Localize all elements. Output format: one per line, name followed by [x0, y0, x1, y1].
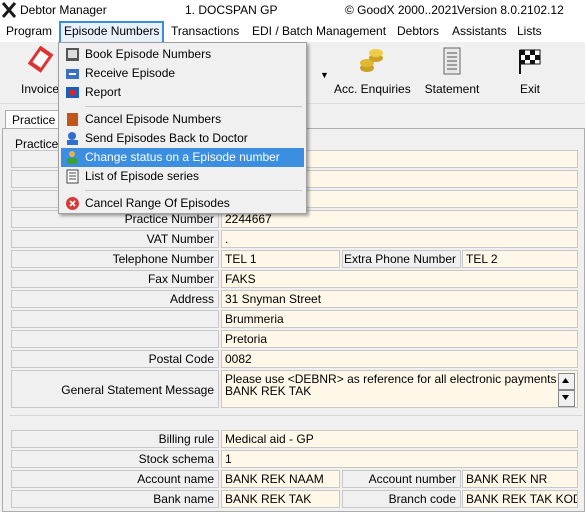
- account-number-field[interactable]: BANK REK NR: [462, 470, 578, 488]
- gsm-field[interactable]: Please use <DEBNR> as reference for all …: [221, 370, 578, 408]
- coins-icon: [357, 46, 385, 76]
- menu-item-send-episodes-back[interactable]: Send Episodes Back to Doctor: [61, 129, 304, 148]
- app-title: Debtor Manager: [20, 3, 107, 17]
- checkered-flag-icon: [516, 46, 544, 76]
- menu-item-report[interactable]: Report: [61, 83, 304, 102]
- address-label-2: [11, 310, 219, 328]
- document-title: 1. DOCSPAN GP: [185, 3, 278, 17]
- bank-name-field[interactable]: BANK REK TAK: [221, 490, 340, 508]
- menu-item-book-episode-numbers[interactable]: Book Episode Numbers: [61, 45, 304, 64]
- title-bar: Debtor Manager 1. DOCSPAN GP © GoodX 200…: [0, 0, 585, 21]
- menu-item-label: Change status on a Episode number: [85, 150, 280, 164]
- fax-label: Fax Number: [11, 270, 219, 288]
- statement-label: Statement: [424, 82, 480, 96]
- cancel-book-icon: [65, 112, 80, 127]
- stock-schema-label: Stock schema: [11, 450, 219, 468]
- postal-code-label: Postal Code: [11, 350, 219, 368]
- menu-item-cancel-range[interactable]: Cancel Range Of Episodes: [61, 194, 304, 213]
- menu-edi-batch-management[interactable]: EDI / Batch Management: [249, 23, 389, 40]
- branch-code-field[interactable]: BANK REK TAK KODE: [462, 490, 578, 508]
- billing-rule-label: Billing rule: [11, 430, 219, 448]
- account-number-label: Account number: [342, 470, 461, 488]
- menu-item-list-episode-series[interactable]: List of Episode series: [61, 167, 304, 186]
- menu-item-label: Receive Episode: [85, 66, 176, 80]
- menu-program[interactable]: Program: [3, 23, 55, 40]
- exit-button[interactable]: Exit: [505, 46, 555, 96]
- menu-lists[interactable]: Lists: [514, 23, 545, 40]
- bank-name-label: Bank name: [11, 490, 219, 508]
- menu-item-change-status[interactable]: Change status on a Episode number: [61, 148, 304, 167]
- vat-number-field[interactable]: .: [221, 230, 578, 248]
- menu-separator: [85, 106, 302, 107]
- statement-icon: [438, 46, 466, 76]
- menu-item-label: Cancel Episode Numbers: [85, 112, 222, 126]
- branch-code-label: Branch code: [342, 490, 461, 508]
- scroll-up-icon[interactable]: [558, 373, 575, 390]
- telephone-label: Telephone Number: [11, 250, 219, 268]
- scroll-down-icon[interactable]: [558, 390, 575, 407]
- menu-item-label: Book Episode Numbers: [85, 47, 212, 61]
- menu-transactions[interactable]: Transactions: [168, 23, 242, 40]
- acc-enquiries-label: Acc. Enquiries: [334, 82, 411, 96]
- user-status-icon: [65, 150, 80, 165]
- menu-assistants[interactable]: Assistants: [449, 23, 510, 40]
- list-icon: [65, 169, 80, 184]
- address-label-3: [11, 330, 219, 348]
- extra-phone-field[interactable]: TEL 2: [462, 250, 578, 268]
- acc-enquiries-button[interactable]: Acc. Enquiries: [334, 46, 411, 96]
- address-label: Address: [11, 290, 219, 308]
- menu-item-label: Cancel Range Of Episodes: [85, 196, 230, 210]
- menu-item-label: Send Episodes Back to Doctor: [85, 131, 248, 145]
- menu-debtors[interactable]: Debtors: [394, 23, 442, 40]
- fax-field[interactable]: FAKS: [221, 270, 578, 288]
- episode-numbers-dropdown: Book Episode Numbers Receive Episode Rep…: [58, 42, 307, 214]
- menu-separator: [85, 190, 302, 191]
- invoice-icon: [26, 45, 54, 76]
- account-name-label: Account name: [11, 470, 219, 488]
- postal-code-field[interactable]: 0082: [221, 350, 578, 368]
- gsm-line-2: BANK REK TAK: [225, 384, 312, 398]
- send-back-icon: [65, 131, 80, 146]
- billing-rule-field[interactable]: Medical aid - GP: [221, 430, 578, 448]
- app-logo-icon: [1, 2, 17, 21]
- exit-label: Exit: [519, 82, 540, 96]
- address-line-1[interactable]: 31 Snyman Street: [221, 290, 578, 308]
- statement-button[interactable]: Statement: [424, 46, 480, 96]
- menu-item-label: List of Episode series: [85, 169, 200, 183]
- address-line-3[interactable]: Pretoria: [221, 330, 578, 348]
- menu-item-label: Report: [85, 85, 122, 99]
- receive-icon: [65, 66, 80, 81]
- extra-phone-label: Extra Phone Number: [342, 250, 461, 268]
- account-name-field[interactable]: BANK REK NAAM: [221, 470, 340, 488]
- menu-item-receive-episode[interactable]: Receive Episode: [61, 64, 304, 83]
- book-icon: [65, 47, 80, 62]
- invoice-label: Invoice: [20, 82, 60, 96]
- toolbar-dropdown-arrow-icon[interactable]: ▼: [320, 70, 329, 80]
- menu-bar: Program Episode Numbers Transactions EDI…: [0, 21, 585, 46]
- cancel-range-icon: [65, 196, 80, 211]
- version: Version 8.0.2102.12: [457, 3, 564, 17]
- address-line-2[interactable]: Brummeria: [221, 310, 578, 328]
- telephone-field[interactable]: TEL 1: [221, 250, 340, 268]
- invoice-button[interactable]: Invoice: [20, 45, 60, 96]
- stock-schema-field[interactable]: 1: [221, 450, 578, 468]
- copyright: © GoodX 2000..2021: [345, 3, 458, 17]
- menu-item-cancel-episode-numbers[interactable]: Cancel Episode Numbers: [61, 110, 304, 129]
- divider: [9, 415, 582, 416]
- vat-number-label: VAT Number: [11, 230, 219, 248]
- gsm-label: General Statement Message: [11, 370, 219, 408]
- report-icon: [65, 85, 80, 100]
